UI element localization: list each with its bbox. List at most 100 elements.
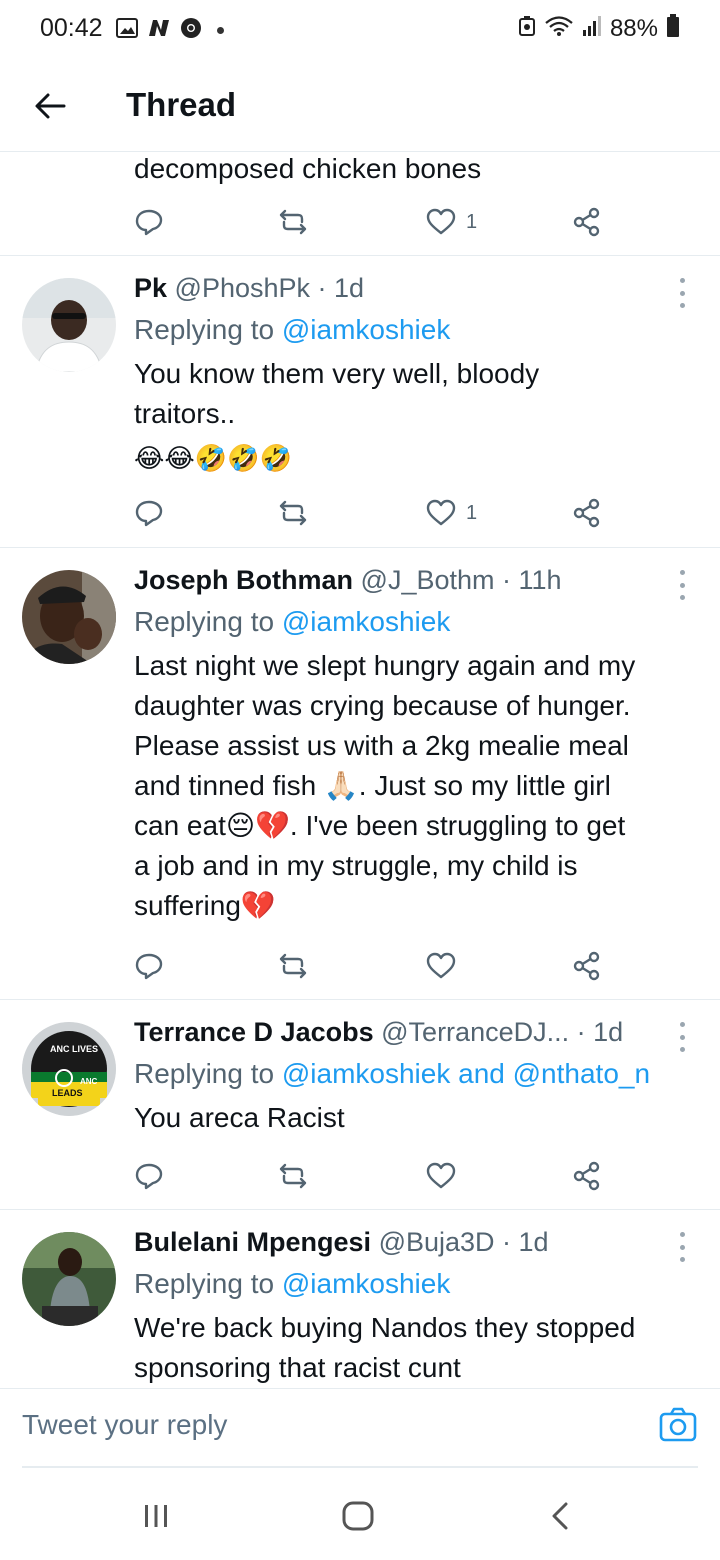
tweet-text-line: can eat😔💔. I've been struggling to get bbox=[134, 810, 626, 841]
retweet-icon bbox=[279, 1163, 307, 1189]
n-app-icon bbox=[147, 18, 171, 43]
tweet-partial[interactable]: decomposed chicken bones 1 bbox=[0, 152, 720, 256]
tweet-time: 1d bbox=[334, 273, 365, 303]
reply-icon bbox=[135, 209, 163, 236]
replying-to-prefix: Replying to bbox=[134, 1058, 282, 1089]
meta-separator: · bbox=[494, 1227, 519, 1257]
reply-button[interactable] bbox=[134, 946, 164, 986]
chrome-icon bbox=[180, 17, 202, 44]
tweet-item[interactable]: Bulelani Mpengesi @Buja3D · 1d Replying … bbox=[0, 1210, 720, 1388]
recycle-icon bbox=[518, 15, 536, 42]
like-count: 1 bbox=[466, 210, 478, 233]
replying-to-link[interactable]: @iamkoshiek bbox=[282, 1268, 450, 1299]
camera-icon bbox=[659, 1407, 697, 1442]
author-name[interactable]: Terrance D Jacobs bbox=[134, 1017, 374, 1047]
camera-button[interactable] bbox=[658, 1405, 698, 1445]
tweet-item[interactable]: Pk @PhoshPk · 1d Replying to @iamkoshiek… bbox=[0, 256, 720, 548]
status-system-icons: 88% bbox=[518, 14, 680, 43]
back-nav-button[interactable] bbox=[540, 1498, 580, 1534]
retweet-button[interactable] bbox=[278, 202, 308, 242]
reply-icon bbox=[135, 1163, 163, 1190]
home-button[interactable] bbox=[338, 1498, 378, 1534]
avatar-text-middle: ANC bbox=[80, 1077, 98, 1086]
retweet-button[interactable] bbox=[278, 1156, 308, 1196]
tweet-meta: Terrance D Jacobs @TerranceDJ... · 1d bbox=[134, 1016, 690, 1048]
tweet-text-line: and tinned fish 🙏🏻. Just so my little gi… bbox=[134, 770, 611, 801]
heart-icon bbox=[426, 1162, 456, 1189]
like-button[interactable]: 1 bbox=[426, 493, 477, 533]
avatar[interactable] bbox=[22, 1232, 116, 1326]
anc-logo-icon: ANC LIVES ANC LEADS bbox=[22, 1022, 116, 1116]
meta-separator: · bbox=[569, 1017, 594, 1047]
avatar-photo-icon bbox=[22, 570, 116, 664]
avatar-photo-icon bbox=[22, 278, 116, 372]
reply-button[interactable] bbox=[134, 1156, 164, 1196]
back-arrow-icon bbox=[35, 93, 66, 119]
like-count: 1 bbox=[466, 501, 478, 524]
heart-icon bbox=[426, 208, 456, 235]
wifi-icon bbox=[544, 15, 574, 42]
status-bar: 00:42 88% bbox=[0, 0, 720, 60]
more-options-button[interactable] bbox=[672, 1232, 692, 1262]
like-button[interactable] bbox=[426, 1156, 456, 1196]
tweet-text: decomposed chicken bones bbox=[134, 153, 482, 184]
battery-icon bbox=[666, 14, 680, 43]
replying-to: Replying to @iamkoshiek and @nthato_n bbox=[134, 1054, 690, 1094]
tweet-item[interactable]: ANC LIVES ANC LEADS Terrance D Jacobs @T… bbox=[0, 1000, 720, 1210]
recent-apps-icon bbox=[145, 1505, 167, 1527]
tweet-time: 1d bbox=[518, 1227, 549, 1257]
author-name[interactable]: Pk bbox=[134, 273, 167, 303]
back-button[interactable] bbox=[28, 84, 72, 128]
author-handle[interactable]: @TerranceDJ... bbox=[381, 1017, 569, 1047]
reply-button[interactable] bbox=[134, 202, 164, 242]
author-handle[interactable]: @Buja3D bbox=[379, 1227, 495, 1257]
reply-input[interactable] bbox=[22, 1409, 622, 1441]
tweet-time: 1d bbox=[593, 1017, 624, 1047]
avatar[interactable] bbox=[22, 570, 116, 664]
tweet-time: 11h bbox=[518, 565, 562, 595]
replying-to-link[interactable]: @iamkoshiek bbox=[282, 314, 450, 345]
status-time: 00:42 bbox=[40, 14, 103, 42]
replying-to: Replying to @iamkoshiek bbox=[134, 602, 690, 642]
tweet-text-line: sponsoring that racist cunt bbox=[134, 1352, 461, 1383]
more-options-button[interactable] bbox=[672, 278, 692, 308]
author-handle[interactable]: @PhoshPk bbox=[175, 273, 310, 303]
heart-icon bbox=[426, 499, 456, 526]
author-handle[interactable]: @J_Bothm bbox=[361, 565, 495, 595]
more-options-button[interactable] bbox=[672, 1022, 692, 1052]
replying-to-link[interactable]: @iamkoshiek bbox=[282, 606, 450, 637]
retweet-button[interactable] bbox=[278, 946, 308, 986]
dot-icon bbox=[217, 27, 224, 34]
chevron-left-icon bbox=[552, 1502, 568, 1530]
retweet-icon bbox=[279, 500, 307, 526]
more-options-button[interactable] bbox=[672, 570, 692, 600]
tweet-actions: 1 bbox=[134, 493, 614, 533]
avatar[interactable]: ANC LIVES ANC LEADS bbox=[22, 1022, 116, 1116]
tweet-text: You areca Racist bbox=[134, 1102, 345, 1133]
author-name[interactable]: Joseph Bothman bbox=[134, 565, 353, 595]
author-name[interactable]: Bulelani Mpengesi bbox=[134, 1227, 371, 1257]
like-button[interactable]: 1 bbox=[426, 202, 477, 242]
retweet-icon bbox=[279, 953, 307, 979]
share-button[interactable] bbox=[572, 946, 602, 986]
tweet-meta: Joseph Bothman @J_Bothm · 11h bbox=[134, 564, 690, 596]
share-button[interactable] bbox=[572, 202, 602, 242]
thread-header: Thread bbox=[0, 60, 720, 152]
page-title: Thread bbox=[126, 86, 237, 123]
signal-icon bbox=[582, 15, 602, 42]
tweet-actions bbox=[134, 946, 614, 986]
tweet-actions bbox=[134, 1156, 614, 1196]
replying-to-link[interactable]: @iamkoshiek and @nthato_n bbox=[282, 1058, 650, 1089]
share-button[interactable] bbox=[572, 1156, 602, 1196]
reply-button[interactable] bbox=[134, 493, 164, 533]
share-button[interactable] bbox=[572, 493, 602, 533]
retweet-button[interactable] bbox=[278, 493, 308, 533]
avatar[interactable] bbox=[22, 278, 116, 372]
tweet-text-line: We're back buying Nandos they stopped bbox=[134, 1312, 636, 1343]
meta-separator: · bbox=[310, 273, 335, 303]
gallery-icon bbox=[116, 18, 138, 43]
tweet-text-line: Please assist us with a 2kg mealie meal bbox=[134, 730, 629, 761]
recent-apps-button[interactable] bbox=[136, 1498, 176, 1534]
like-button[interactable] bbox=[426, 946, 456, 986]
tweet-item[interactable]: Joseph Bothman @J_Bothm · 11h Replying t… bbox=[0, 548, 720, 1000]
